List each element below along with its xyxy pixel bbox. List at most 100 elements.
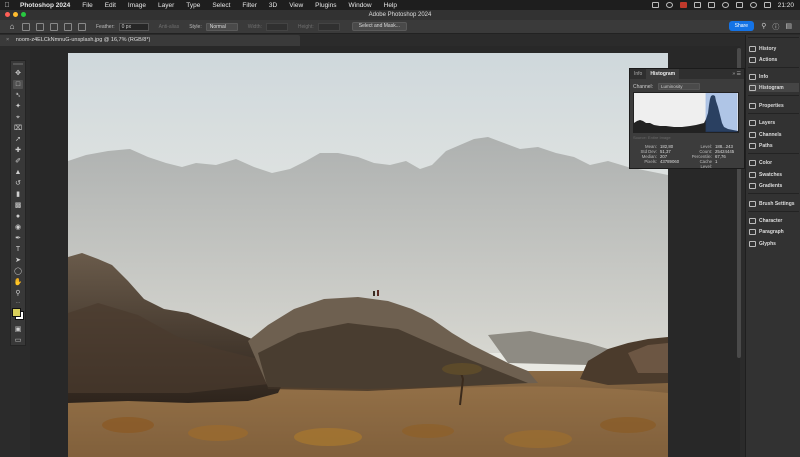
select-and-mask-button[interactable]: Select and Mask...: [351, 22, 407, 31]
foreground-color-swatch[interactable]: [12, 308, 21, 317]
menu-file[interactable]: File: [76, 2, 98, 9]
status-display-icon[interactable]: [651, 2, 659, 8]
dock-layers[interactable]: Layers: [749, 118, 799, 127]
move-tool-icon[interactable]: ✥: [13, 69, 23, 78]
brush-tool-icon[interactable]: ✐: [13, 157, 23, 166]
status-battery-icon[interactable]: [693, 2, 701, 8]
dock-color-label: Color: [759, 159, 773, 166]
shape-tool-icon[interactable]: ◯: [13, 267, 23, 276]
marquee-preset-icon[interactable]: [22, 22, 30, 31]
status-clock-icon[interactable]: [665, 2, 673, 8]
dock-gradients[interactable]: Gradients: [749, 181, 799, 190]
dock-channels[interactable]: Channels: [749, 130, 799, 139]
dock-grip[interactable]: [748, 37, 799, 38]
status-app-icon[interactable]: [679, 2, 687, 8]
dock-glyphs[interactable]: Glyphs: [749, 239, 799, 248]
gradient-tool-icon[interactable]: ▩: [13, 201, 23, 210]
tab-histogram[interactable]: Histogram: [646, 69, 680, 79]
hand-tool-icon[interactable]: ✋: [13, 278, 23, 287]
close-window-button[interactable]: [5, 12, 10, 17]
home-icon[interactable]: ⌂: [8, 22, 16, 31]
status-bluetooth-icon[interactable]: [721, 2, 729, 8]
path-select-tool-icon[interactable]: ➤: [13, 256, 23, 265]
dock-brush-settings[interactable]: Brush Settings: [749, 199, 799, 208]
add-selection-icon[interactable]: [50, 22, 58, 31]
history-brush-tool-icon[interactable]: ↺: [13, 179, 23, 188]
histogram-graph[interactable]: [633, 92, 739, 133]
status-creative-cloud-icon[interactable]: [707, 2, 715, 8]
quick-mask-icon[interactable]: ▣: [13, 325, 23, 334]
dock-swatches[interactable]: Swatches: [749, 170, 799, 179]
menu-3d[interactable]: 3D: [263, 2, 283, 9]
menu-select[interactable]: Select: [206, 2, 236, 9]
dock-separator: [748, 95, 799, 96]
menu-view[interactable]: View: [283, 2, 309, 9]
menu-layer[interactable]: Layer: [152, 2, 180, 9]
feather-input[interactable]: 0 px: [118, 22, 149, 31]
height-input[interactable]: [317, 22, 340, 31]
histogram-curve: [634, 93, 738, 132]
apple-menu-icon[interactable]: : [0, 2, 14, 9]
close-document-icon[interactable]: ×: [6, 37, 9, 43]
pen-tool-icon[interactable]: ✒: [13, 234, 23, 243]
frame-tool-icon[interactable]: ⌧: [13, 124, 23, 133]
menu-window[interactable]: Window: [343, 2, 378, 9]
healing-tool-icon[interactable]: ✚: [13, 146, 23, 155]
dock-paragraph-label: Paragraph: [759, 228, 784, 235]
new-selection-icon[interactable]: [36, 22, 44, 31]
panel-menu-icon[interactable]: » ☰: [732, 71, 741, 77]
crop-tool-icon[interactable]: ⌖: [13, 113, 23, 122]
menu-help[interactable]: Help: [378, 2, 403, 9]
menu-filter[interactable]: Filter: [236, 2, 262, 9]
screen-mode-icon[interactable]: ▭: [13, 336, 23, 345]
search-icon[interactable]: ⚲: [761, 22, 766, 32]
maximize-window-button[interactable]: [21, 12, 26, 17]
stamp-tool-icon[interactable]: ▲: [13, 168, 23, 177]
more-tools-icon[interactable]: ⋯: [13, 299, 23, 308]
type-tool-icon[interactable]: T: [13, 245, 23, 254]
dock-paragraph[interactable]: Paragraph: [749, 227, 799, 236]
dock-actions[interactable]: Actions: [749, 55, 799, 64]
dock-character[interactable]: Character: [749, 216, 799, 225]
source-row: Source: Entire Image: [633, 135, 671, 140]
quick-select-tool-icon[interactable]: ✦: [13, 102, 23, 111]
share-button[interactable]: Share: [728, 21, 754, 31]
subtract-selection-icon[interactable]: [64, 22, 72, 31]
menu-type[interactable]: Type: [180, 2, 206, 9]
menu-plugins[interactable]: Plugins: [309, 2, 342, 9]
width-input[interactable]: [265, 22, 288, 31]
marquee-tool-icon[interactable]: □: [13, 80, 23, 89]
eraser-tool-icon[interactable]: ▮: [13, 190, 23, 199]
menu-image[interactable]: Image: [122, 2, 152, 9]
blur-tool-icon[interactable]: ●: [13, 212, 23, 221]
stat-cache-level-value: 1: [715, 159, 718, 164]
anti-alias-checkbox[interactable]: Anti-alias: [159, 24, 180, 30]
menu-edit[interactable]: Edit: [99, 2, 122, 9]
dock-paths[interactable]: Paths: [749, 141, 799, 150]
dock-info[interactable]: Info: [749, 72, 799, 81]
dock-separator: [748, 153, 799, 154]
zoom-tool-icon[interactable]: ⚲: [13, 289, 23, 298]
dock-color[interactable]: Color: [749, 158, 799, 167]
dodge-tool-icon[interactable]: ◉: [13, 223, 23, 232]
dock-history[interactable]: History: [749, 44, 799, 53]
document-tab[interactable]: × noom-z4ELCkNmnuG-unsplash.jpg @ 16,7% …: [0, 35, 300, 46]
toolbar-grip[interactable]: [13, 63, 23, 65]
status-search-icon[interactable]: [749, 2, 757, 8]
style-select[interactable]: Normal: [205, 22, 238, 31]
status-wifi-icon[interactable]: [735, 2, 743, 8]
workspace-icon[interactable]: ▤: [785, 22, 792, 32]
dock-histogram[interactable]: Histogram: [749, 83, 799, 92]
help-icon[interactable]: ⓘ: [772, 22, 779, 32]
intersect-selection-icon[interactable]: [78, 22, 86, 31]
tab-info[interactable]: Info: [630, 69, 646, 79]
document-image[interactable]: [68, 53, 668, 457]
minimize-window-button[interactable]: [13, 12, 18, 17]
dock-swatches-label: Swatches: [759, 171, 783, 178]
menu-app[interactable]: Photoshop 2024: [14, 2, 76, 9]
dock-properties[interactable]: Properties: [749, 101, 799, 110]
channel-select[interactable]: Luminosity: [658, 83, 701, 90]
status-control-center-icon[interactable]: [763, 2, 771, 8]
eyedropper-tool-icon[interactable]: ➚: [13, 135, 23, 144]
lasso-tool-icon[interactable]: ➴: [13, 91, 23, 100]
